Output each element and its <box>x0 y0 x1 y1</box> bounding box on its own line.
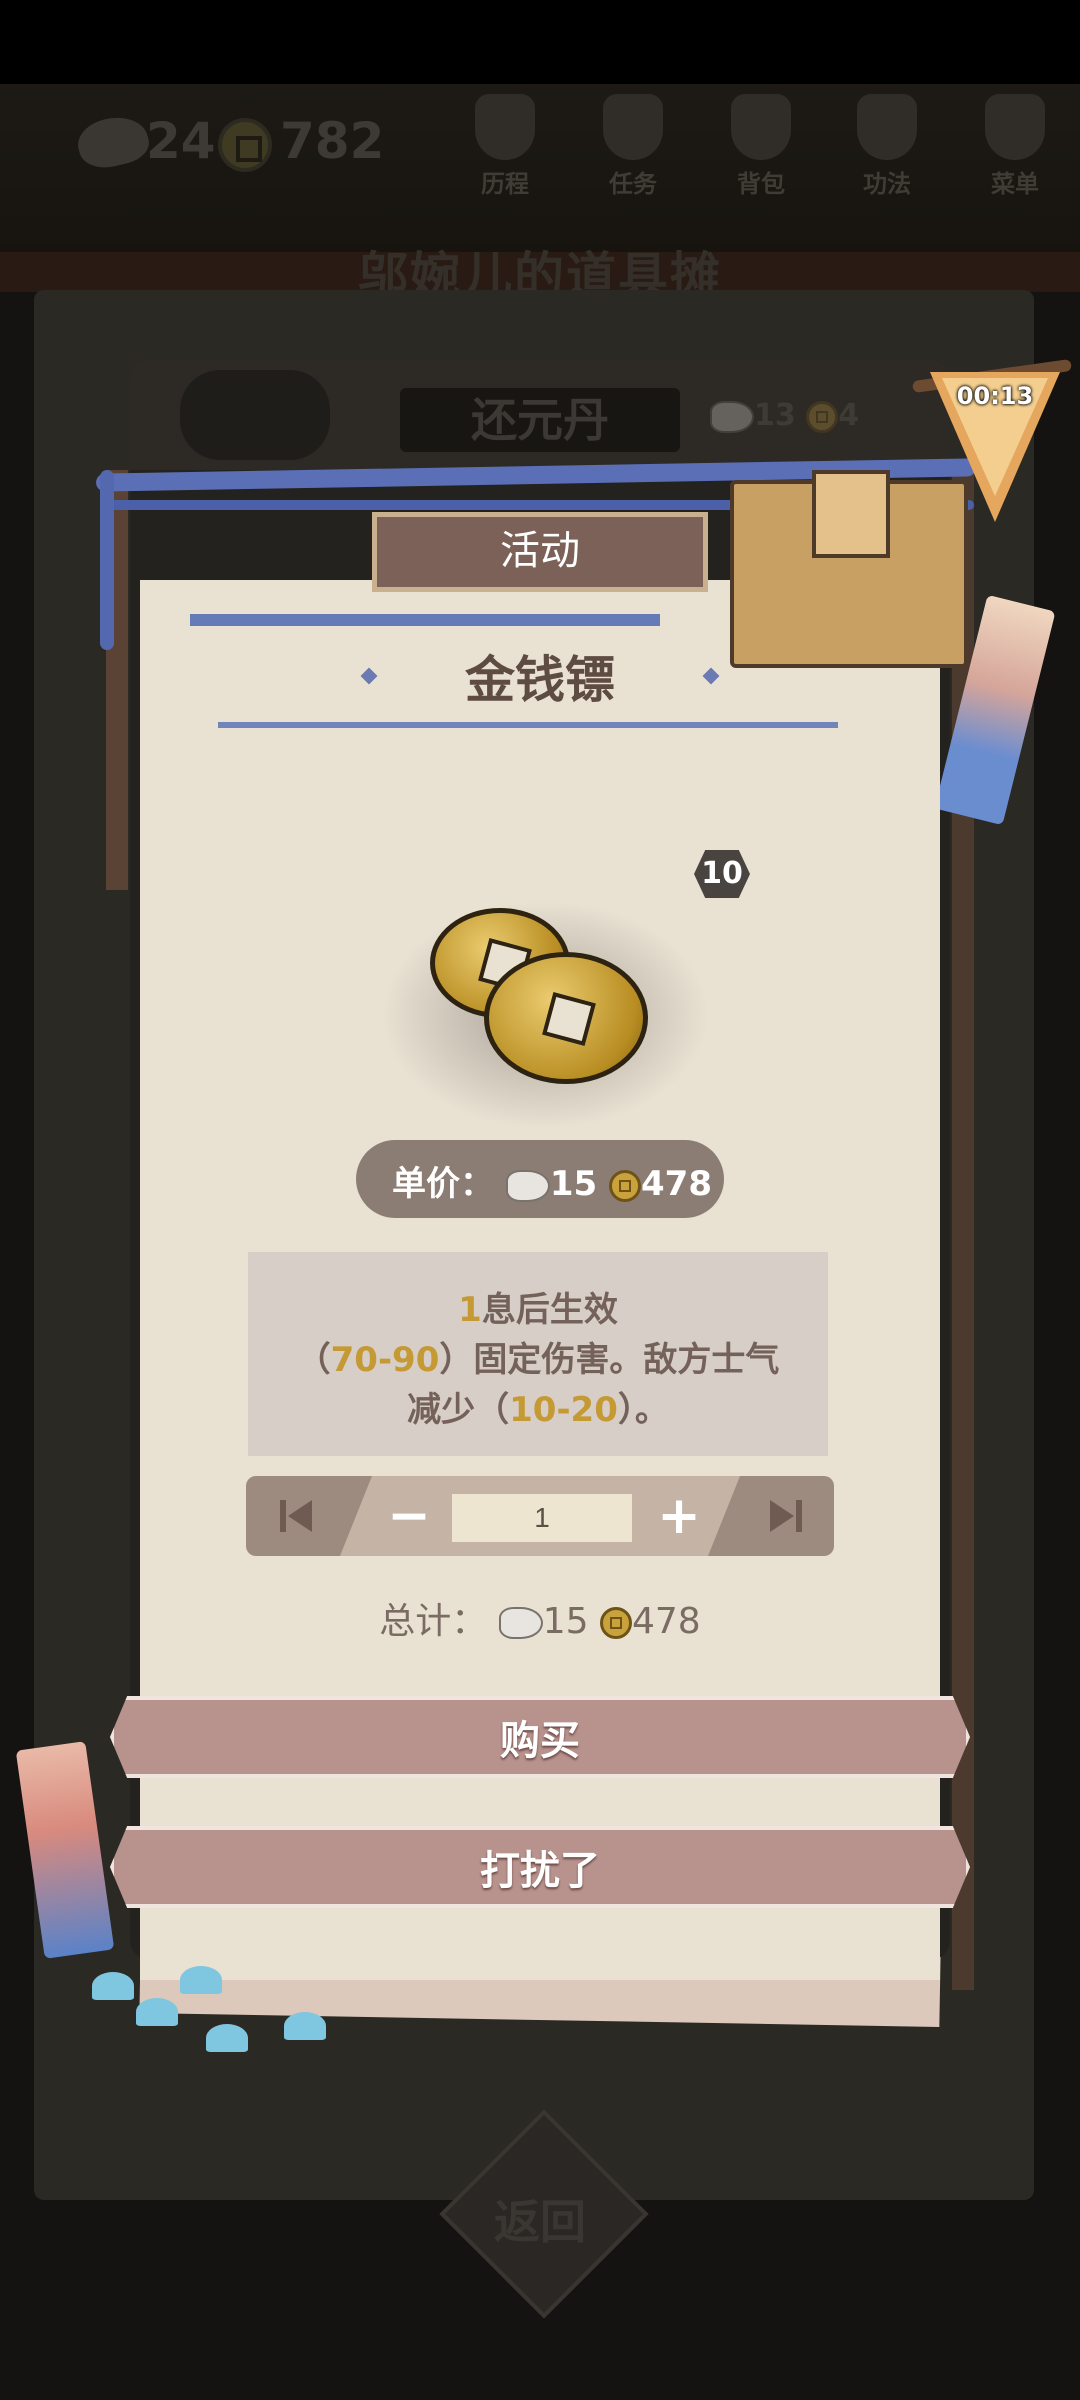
bag-icon <box>731 94 791 160</box>
damage-range: 70-90 <box>330 1340 440 1380</box>
menu-fan-icon <box>985 94 1045 160</box>
nav-bag-button[interactable]: 背包 <box>706 94 816 214</box>
unit-silver: 15 <box>549 1164 598 1204</box>
desc-text: ）。 <box>617 1390 669 1430</box>
flower-icon <box>284 2012 326 2040</box>
nav-history-button[interactable]: 历程 <box>450 94 560 214</box>
nav-label: 背包 <box>737 170 785 198</box>
unit-coins: 478 <box>641 1164 712 1204</box>
coin-icon <box>218 118 272 172</box>
decrease-button[interactable]: − <box>374 1481 444 1551</box>
total-price: 总计： 15 478 <box>140 1592 940 1644</box>
background-item-name: 还元丹 <box>400 388 680 452</box>
total-silver: 15 <box>542 1601 589 1642</box>
flower-icon <box>92 1972 134 2000</box>
coin-count: 782 <box>280 112 385 170</box>
description-line: （70-90）固定伤害。敌方士气 <box>248 1332 828 1381</box>
morale-range: 10-20 <box>509 1390 618 1430</box>
silver-count: 24 <box>146 112 216 170</box>
nav-label: 任务 <box>609 170 657 198</box>
task-icon <box>603 94 663 160</box>
coin-icon <box>600 1607 632 1639</box>
silver-ingot-icon <box>505 1169 550 1202</box>
total-coins: 478 <box>632 1601 701 1642</box>
building-tower-icon <box>812 470 890 558</box>
desc-text: 息后生效 <box>481 1290 618 1330</box>
bg-silver: 13 <box>754 398 796 433</box>
activity-tag: 活动 <box>372 512 708 592</box>
increase-button[interactable]: + <box>644 1481 714 1551</box>
history-icon <box>475 94 535 160</box>
silver-ingot-icon <box>498 1607 543 1639</box>
description-line: 减少（10-20）。 <box>248 1382 828 1431</box>
return-label: 返回 <box>494 2195 586 2249</box>
quantity-input[interactable] <box>452 1494 632 1542</box>
flower-icon <box>180 1966 222 1994</box>
nav-label: 历程 <box>481 170 529 198</box>
item-title: 金钱镖 <box>465 651 615 709</box>
buy-button[interactable]: 购买 <box>110 1696 970 1778</box>
skip-to-min-icon[interactable] <box>276 1496 316 1536</box>
timer-text: 00:13 <box>956 382 1034 410</box>
paper-band <box>190 614 660 626</box>
description-line: 1息后生效 <box>248 1282 828 1331</box>
flower-icon <box>206 2024 248 2052</box>
nav-label: 功法 <box>863 170 911 198</box>
desc-text: 减少（ <box>407 1390 510 1430</box>
desc-text: ）固定伤害。敌方士气 <box>439 1340 780 1380</box>
bg-coins: 4 <box>838 398 860 433</box>
coin-icon <box>806 400 839 433</box>
rope <box>100 470 114 650</box>
flower-icon <box>136 1998 178 2026</box>
desc-text: （ <box>296 1340 331 1380</box>
status-bar <box>0 0 1080 84</box>
unit-price: 单价： 15 478 <box>392 1156 712 1205</box>
coin-icon <box>609 1169 642 1202</box>
unit-price-label: 单价： <box>392 1164 494 1204</box>
coin-dart-icon <box>484 952 648 1084</box>
pill-icon <box>180 370 330 460</box>
nav-menu-button[interactable]: 菜单 <box>960 94 1070 214</box>
leave-button[interactable]: 打扰了 <box>110 1826 970 1908</box>
total-label: 总计： <box>379 1601 488 1642</box>
skip-to-max-icon[interactable] <box>766 1496 806 1536</box>
nav-task-button[interactable]: 任务 <box>578 94 688 214</box>
background-item-price: 13 4 <box>710 398 859 433</box>
silver-ingot-icon <box>710 400 754 433</box>
nav-skill-button[interactable]: 功法 <box>832 94 942 214</box>
item-count-badge: 10 <box>694 850 750 898</box>
scroll-icon <box>857 94 917 160</box>
nav-label: 菜单 <box>991 170 1039 198</box>
title-underline <box>218 722 838 728</box>
delay-value: 1 <box>458 1290 482 1330</box>
